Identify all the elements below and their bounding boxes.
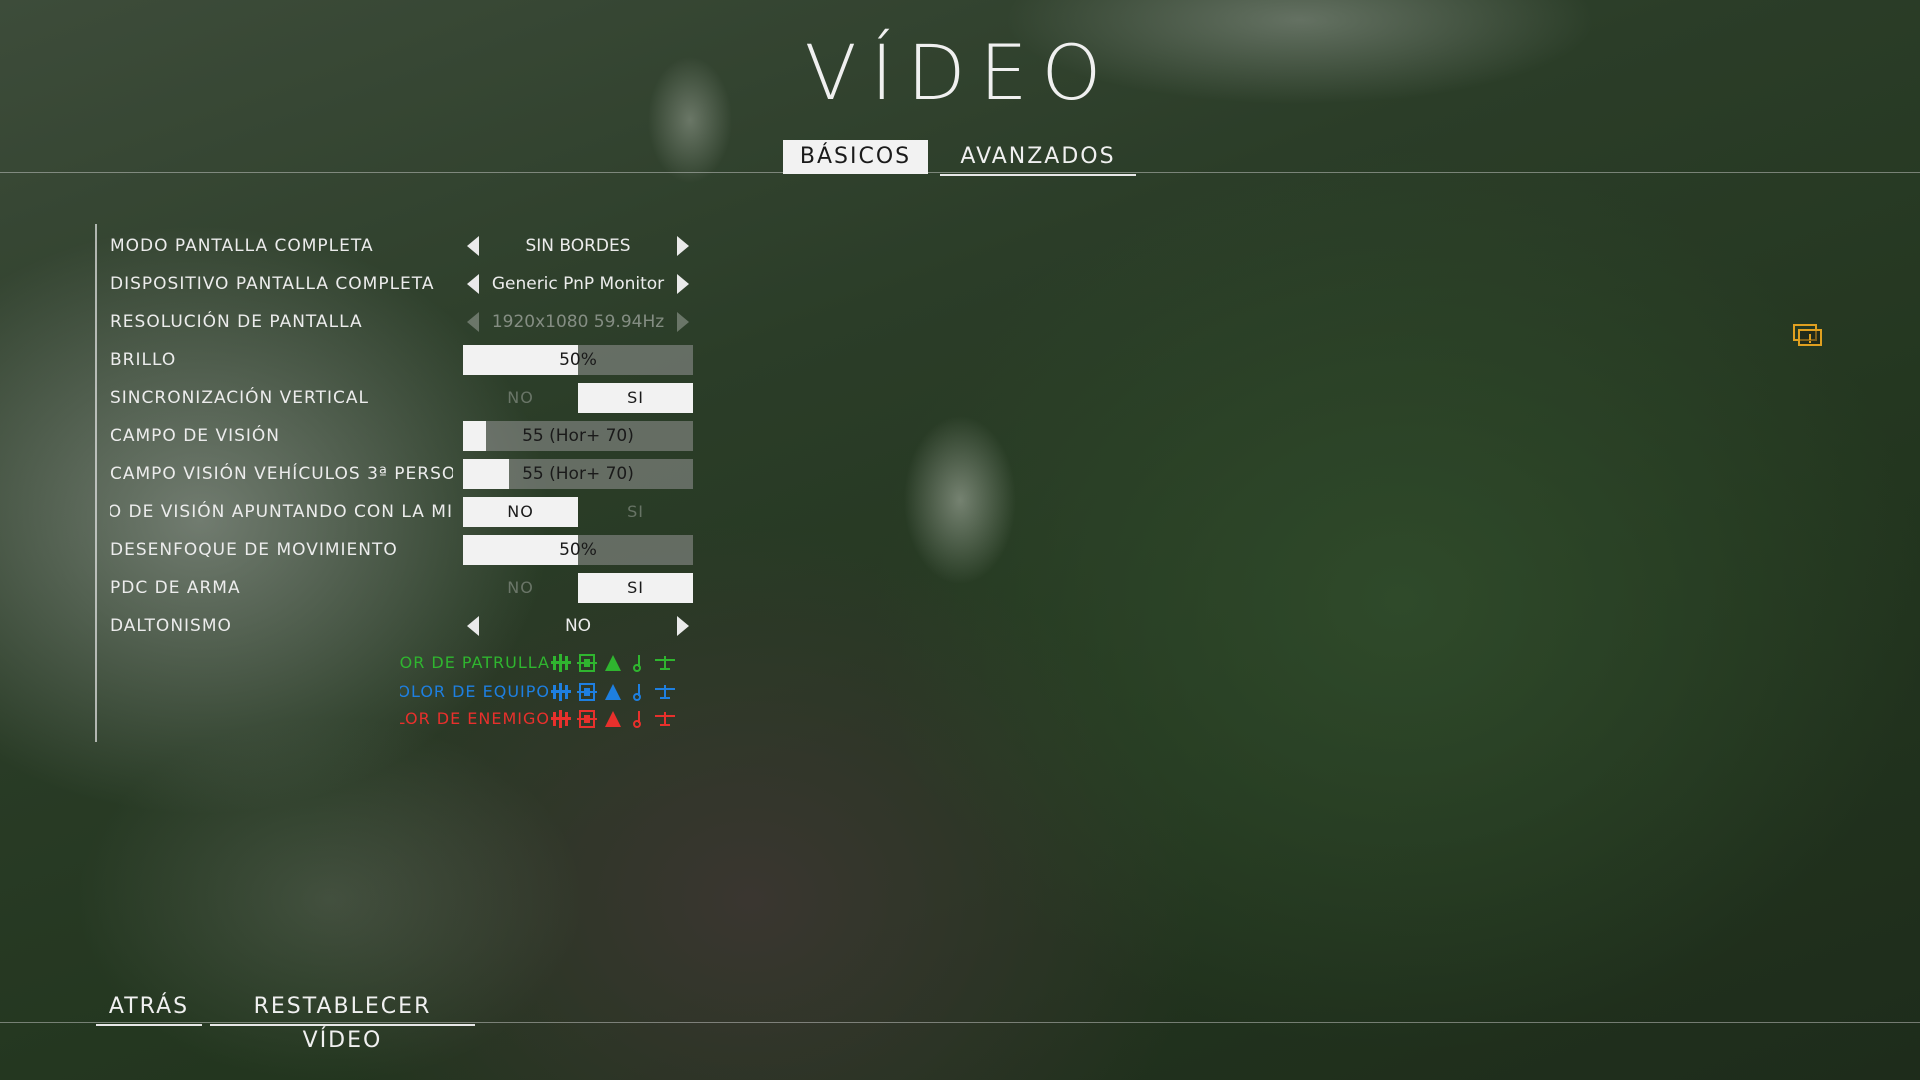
arrow-left-icon[interactable] (467, 616, 479, 636)
setting-row-motion-blur[interactable]: DESENFOQUE DE MOVIMIENTO 50% (110, 534, 810, 566)
vehicle-icon (576, 652, 598, 674)
settings-panel-border (95, 224, 97, 742)
tab-basicos[interactable]: BÁSICOS (783, 140, 928, 174)
vehicle-fov-slider[interactable]: 55 (Hor+ 70) (463, 458, 693, 490)
arrow-right-icon[interactable] (677, 236, 689, 256)
aircraft-icon (654, 681, 676, 703)
back-button[interactable]: ATRÁS (96, 990, 202, 1026)
slider-value: 55 (Hor+ 70) (522, 464, 634, 484)
setting-label: MODO PANTALLA COMPLETA (110, 236, 374, 256)
soldier-icon (628, 681, 650, 703)
selector-value: Generic PnP Monitor (491, 274, 665, 294)
arrow-left-icon[interactable] (467, 236, 479, 256)
objective-triangle-icon (602, 652, 624, 674)
toggle-option-si[interactable]: SI (578, 497, 693, 527)
setting-row-weapon-dof[interactable]: PDC DE ARMA NO SI (110, 572, 810, 604)
setting-row-fullscreen-mode[interactable]: MODO PANTALLA COMPLETA SIN BORDES (110, 230, 810, 262)
tab-avanzados[interactable]: AVANZADOS (940, 140, 1136, 176)
resolution-selector[interactable]: 1920x1080 59.94Hz (463, 306, 693, 338)
setting-label: DISPOSITIVO PANTALLA COMPLETA (110, 274, 435, 294)
selector-value: SIN BORDES (525, 236, 631, 256)
setting-row-vehicle-fov[interactable]: CAMPO VISIÓN VEHÍCULOS 3ª PERSONA 55 (Ho… (110, 458, 810, 490)
toggle-option-no[interactable]: NO (463, 573, 578, 603)
selector-value: NO (564, 616, 592, 636)
setting-label: PDC DE ARMA (110, 578, 241, 598)
arrow-right-icon[interactable] (677, 274, 689, 294)
slider-value: 55 (Hor+ 70) (522, 426, 634, 446)
vsync-toggle[interactable]: NO SI (463, 382, 693, 414)
slider-value: 50% (559, 350, 597, 370)
toggle-option-si[interactable]: SI (578, 573, 693, 603)
setting-label: DESENFOQUE DE MOVIMIENTO (110, 540, 398, 560)
ads-fov-toggle[interactable]: NO SI (463, 496, 693, 528)
weapon-dof-toggle[interactable]: NO SI (463, 572, 693, 604)
fullscreen-device-selector[interactable]: Generic PnP Monitor (463, 268, 693, 300)
squad-icon (550, 652, 572, 674)
setting-row-fullscreen-device[interactable]: DISPOSITIVO PANTALLA COMPLETA Generic Pn… (110, 268, 810, 300)
fullscreen-mode-selector[interactable]: SIN BORDES (463, 230, 693, 262)
squad-icon (550, 708, 572, 730)
setting-label: CAMPO DE VISIÓN (110, 426, 280, 446)
setting-label: BRILLO (110, 350, 177, 370)
reset-video-button[interactable]: RESTABLECER VÍDEO (210, 990, 475, 1053)
setting-label: DALTONISMO (110, 616, 232, 636)
setting-row-ads-fov[interactable]: CAMPO DE VISIÓN APUNTANDO CON LA MI NO S… (110, 496, 810, 528)
objective-triangle-icon (602, 708, 624, 730)
aircraft-icon (654, 708, 676, 730)
squad-icon (550, 681, 572, 703)
setting-row-fov[interactable]: CAMPO DE VISIÓN 55 (Hor+ 70) (110, 420, 810, 452)
colorblind-preview-row: COLOR DE PATRULLA (400, 650, 690, 676)
message-notification-icon[interactable] (1793, 324, 1823, 348)
page-title: VÍDEO (804, 28, 1116, 117)
colorblind-preview-row: COLOR DE ENEMIGO (400, 706, 690, 732)
setting-row-colorblind[interactable]: DALTONISMO NO (110, 610, 810, 642)
soldier-icon (628, 708, 650, 730)
toggle-option-no[interactable]: NO (463, 497, 578, 527)
setting-label: RESOLUCIÓN DE PANTALLA (110, 312, 363, 332)
colorblind-selector[interactable]: NO (463, 610, 693, 642)
colorblind-preview-row: COLOR DE EQUIPO (400, 679, 690, 705)
toggle-option-no[interactable]: NO (463, 383, 578, 413)
setting-label: CAMPO DE VISIÓN APUNTANDO CON LA MI (110, 502, 453, 522)
arrow-right-icon[interactable] (677, 312, 689, 332)
colorblind-preview-label: COLOR DE ENEMIGO (400, 709, 550, 728)
setting-label: CAMPO VISIÓN VEHÍCULOS 3ª PERSONA (110, 464, 453, 484)
arrow-left-icon[interactable] (467, 274, 479, 294)
setting-label: SINCRONIZACIÓN VERTICAL (110, 388, 369, 408)
vehicle-icon (576, 708, 598, 730)
arrow-left-icon[interactable] (467, 312, 479, 332)
colorblind-preview-label: COLOR DE EQUIPO (400, 682, 550, 701)
arrow-right-icon[interactable] (677, 616, 689, 636)
setting-row-vsync[interactable]: SINCRONIZACIÓN VERTICAL NO SI (110, 382, 810, 414)
selector-value: 1920x1080 59.94Hz (491, 312, 665, 332)
vehicle-icon (576, 681, 598, 703)
motion-blur-slider[interactable]: 50% (463, 534, 693, 566)
setting-row-brightness[interactable]: BRILLO 50% (110, 344, 810, 376)
objective-triangle-icon (602, 681, 624, 703)
fov-slider[interactable]: 55 (Hor+ 70) (463, 420, 693, 452)
soldier-icon (628, 652, 650, 674)
slider-value: 50% (559, 540, 597, 560)
aircraft-icon (654, 652, 676, 674)
brightness-slider[interactable]: 50% (463, 344, 693, 376)
colorblind-preview-label: COLOR DE PATRULLA (400, 653, 550, 672)
toggle-option-si[interactable]: SI (578, 383, 693, 413)
setting-row-resolution[interactable]: RESOLUCIÓN DE PANTALLA 1920x1080 59.94Hz (110, 306, 810, 338)
